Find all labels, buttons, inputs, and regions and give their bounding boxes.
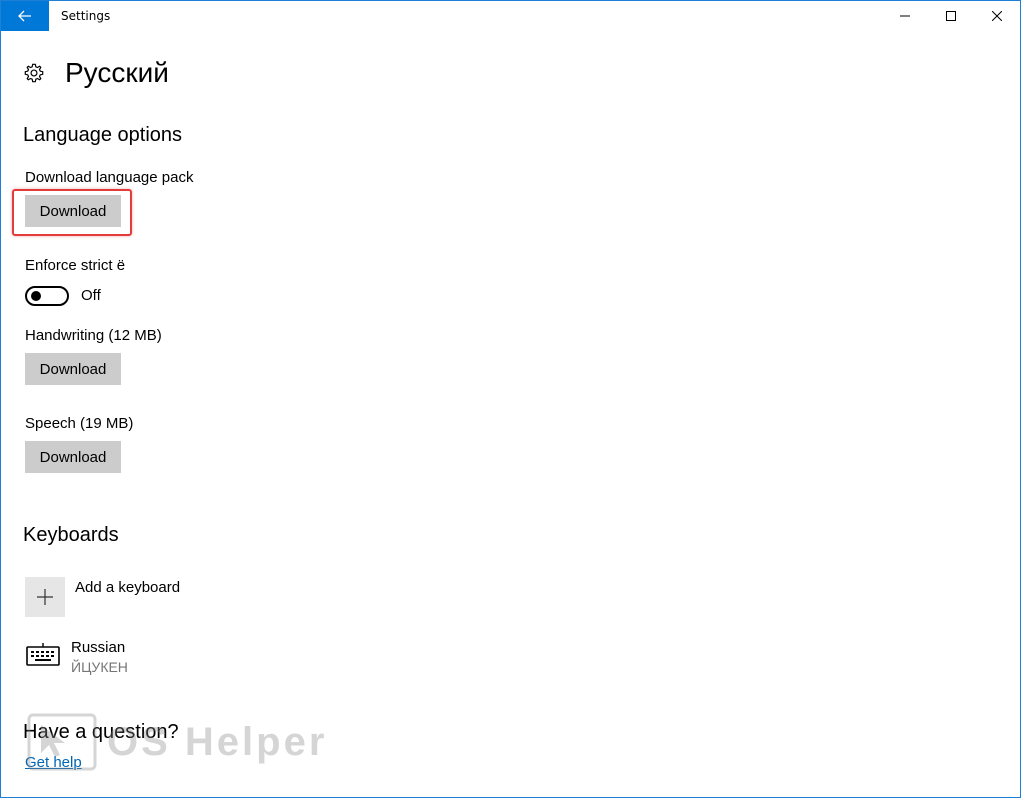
toggle-knob (31, 291, 41, 301)
language-pack-label: Download language pack (25, 169, 194, 186)
strict-e-state: Off (81, 287, 101, 304)
title-bar: Settings (1, 1, 1020, 31)
keyboard-layout: ЙЦУКЕН (71, 659, 128, 675)
add-keyboard-button[interactable] (25, 577, 65, 617)
add-keyboard-label[interactable]: Add a keyboard (75, 579, 180, 596)
minimize-button[interactable] (882, 1, 928, 31)
strict-e-toggle[interactable] (25, 286, 69, 306)
download-speech-button[interactable]: Download (25, 441, 121, 473)
close-button[interactable] (974, 1, 1020, 31)
plus-icon (37, 589, 53, 605)
keyboards-heading: Keyboards (23, 524, 119, 546)
gear-icon (24, 63, 44, 83)
speech-label: Speech (19 MB) (25, 415, 134, 432)
keyboard-icon (26, 643, 60, 666)
app-title: Settings (61, 9, 111, 23)
keyboard-name: Russian (71, 639, 126, 656)
download-language-pack-button[interactable]: Download (25, 195, 121, 227)
arrow-left-icon (18, 10, 31, 22)
back-button[interactable] (1, 1, 49, 31)
help-heading: Have a question? (23, 721, 179, 743)
page-title: Русский (65, 57, 169, 88)
download-handwriting-button[interactable]: Download (25, 353, 121, 385)
page-header: Русский (23, 57, 169, 89)
handwriting-label: Handwriting (12 MB) (25, 327, 162, 344)
get-help-link[interactable]: Get help (25, 754, 82, 771)
maximize-button[interactable] (928, 1, 974, 31)
close-icon (992, 11, 1002, 21)
settings-window: Settings Русский Language options Downlo… (0, 0, 1021, 798)
minimize-icon (900, 15, 910, 17)
maximize-icon (946, 11, 956, 21)
window-controls (882, 1, 1020, 31)
language-options-heading: Language options (23, 124, 183, 146)
strict-e-label: Enforce strict ё (25, 257, 126, 274)
